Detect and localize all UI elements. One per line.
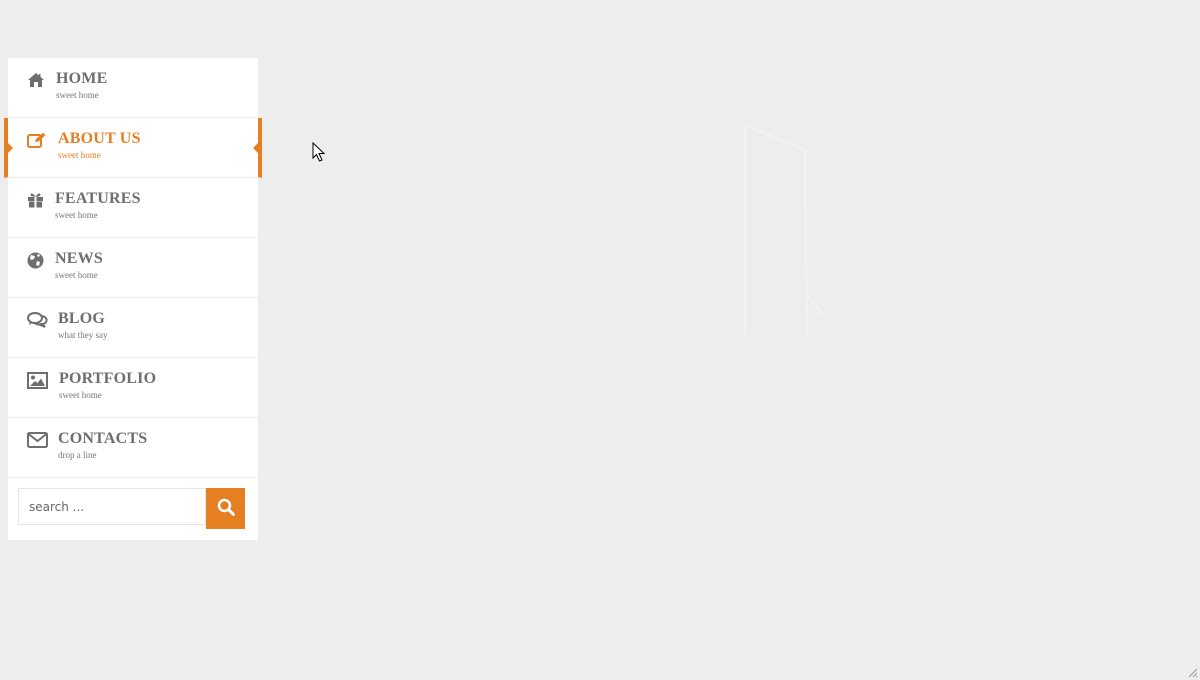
ghost-shape — [744, 124, 824, 336]
menu-item-subtitle: sweet home — [55, 270, 98, 280]
active-marker-left — [8, 143, 13, 153]
menu-item-subtitle: sweet home — [56, 90, 99, 100]
active-marker-right — [253, 143, 258, 153]
menu-item-contacts[interactable]: CONTACTS drop a line — [8, 418, 258, 478]
menu-item-title: CONTACTS — [58, 430, 148, 447]
resize-grip-icon[interactable] — [1186, 666, 1198, 678]
menu-item-title: ABOUT US — [58, 130, 141, 147]
gift-icon — [27, 191, 49, 209]
side-menu: HOME sweet home ABOUT US sweet home FEAT… — [4, 58, 262, 540]
search-bar — [8, 478, 258, 540]
picture-icon — [27, 371, 49, 389]
menu-item-title: BLOG — [58, 310, 106, 327]
home-icon — [27, 71, 49, 89]
edit-icon — [27, 131, 49, 149]
menu-item-title: HOME — [56, 70, 108, 87]
menu-item-portfolio[interactable]: PORTFOLIO sweet home — [8, 358, 258, 418]
comments-icon — [27, 311, 49, 329]
menu-item-subtitle: sweet home — [58, 150, 101, 160]
menu-item-subtitle: sweet home — [55, 210, 98, 220]
menu-item-blog[interactable]: BLOG what they say — [8, 298, 258, 358]
globe-icon — [27, 251, 49, 269]
menu-item-subtitle: sweet home — [59, 390, 102, 400]
menu-item-home[interactable]: HOME sweet home — [8, 58, 258, 118]
menu-item-title: PORTFOLIO — [59, 370, 157, 387]
menu-item-subtitle: what they say — [58, 330, 108, 340]
search-input[interactable] — [18, 488, 206, 525]
menu-item-title: FEATURES — [55, 190, 141, 207]
menu-item-subtitle: drop a line — [58, 450, 97, 460]
envelope-icon — [27, 431, 49, 449]
menu-item-news[interactable]: NEWS sweet home — [8, 238, 258, 298]
search-icon — [217, 498, 235, 519]
menu-item-about-us[interactable]: ABOUT US sweet home — [4, 118, 262, 178]
menu-item-features[interactable]: FEATURES sweet home — [8, 178, 258, 238]
search-button[interactable] — [206, 488, 245, 529]
menu-item-title: NEWS — [55, 250, 103, 267]
mouse-cursor-icon — [312, 142, 326, 162]
